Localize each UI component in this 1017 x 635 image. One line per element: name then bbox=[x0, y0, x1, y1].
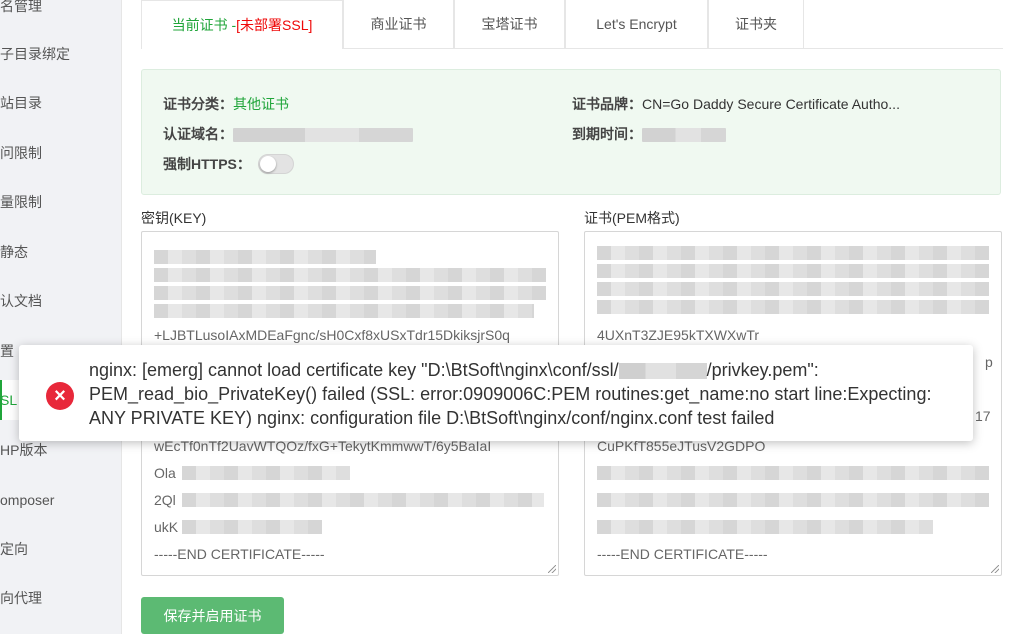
tab-current-cert[interactable]: 当前证书 -[未部署SSL] bbox=[141, 0, 343, 49]
tab-baota-cert[interactable]: 宝塔证书 bbox=[454, 0, 565, 48]
sidebar-item-domain[interactable]: 名管理 bbox=[0, 0, 121, 26]
force-https-label: 强制HTTPS： bbox=[163, 156, 251, 172]
resize-handle[interactable] bbox=[548, 565, 556, 573]
cert-expiry: 到期时间： bbox=[572, 124, 726, 144]
cert-category-value: 其他证书 bbox=[233, 96, 289, 112]
cert-brand-value: CN=Go Daddy Secure Certificate Autho... bbox=[642, 96, 900, 112]
sidebar-item-label: 向代理 bbox=[0, 590, 42, 606]
sidebar-item-subdirectory[interactable]: 子目录绑定 bbox=[0, 34, 121, 74]
error-message-part: nginx: [emerg] cannot load certificate k… bbox=[89, 360, 619, 380]
sidebar-item-label: 置 bbox=[0, 343, 14, 359]
sidebar-item-label: 站目录 bbox=[0, 95, 42, 111]
key-end-marker: -----END CERTIFICATE----- bbox=[154, 546, 325, 562]
redacted-key-line bbox=[154, 286, 546, 300]
key-text-line: 2Ql bbox=[154, 492, 176, 508]
sidebar: 名管理 子目录绑定 站目录 问限制 量限制 静态 认文档 置 SL HP版本 o… bbox=[0, 0, 122, 634]
cert-label: 证书(PEM格式) bbox=[584, 210, 680, 226]
redacted-cert-line bbox=[597, 282, 989, 296]
sidebar-item-rewrite[interactable]: 静态 bbox=[0, 232, 121, 272]
redacted-expiry bbox=[642, 128, 726, 143]
redacted-domain bbox=[233, 128, 413, 143]
cert-category: 证书分类：其他证书 bbox=[163, 94, 289, 114]
redacted-cert-line bbox=[597, 466, 989, 480]
cert-info-panel: 证书分类：其他证书 证书品牌：CN=Go Daddy Secure Certif… bbox=[141, 69, 1001, 195]
sidebar-item-default-doc[interactable]: 认文档 bbox=[0, 281, 121, 321]
cert-domain-label: 认证域名： bbox=[163, 126, 233, 142]
cert-domain: 认证域名： bbox=[163, 124, 413, 144]
sidebar-item-label: 定向 bbox=[0, 541, 28, 557]
redacted-key-line bbox=[182, 493, 544, 507]
sidebar-item-label: omposer bbox=[0, 492, 55, 508]
cert-text-edge: p bbox=[985, 354, 993, 370]
sidebar-item-site-dir[interactable]: 站目录 bbox=[0, 83, 121, 123]
key-label: 密钥(KEY) bbox=[141, 210, 207, 226]
error-toast: × nginx: [emerg] cannot load certificate… bbox=[19, 345, 973, 441]
redacted-cert-line bbox=[597, 520, 933, 534]
save-enable-cert-button[interactable]: 保存并启用证书 bbox=[141, 597, 284, 634]
tab-commercial-cert[interactable]: 商业证书 bbox=[343, 0, 454, 48]
tab-label: 证书夹 bbox=[735, 16, 777, 32]
ssl-status-text: [未部署SSL] bbox=[236, 17, 313, 33]
cert-text-edge: 17 bbox=[975, 408, 991, 424]
sidebar-item-label: 名管理 bbox=[0, 0, 42, 14]
tab-label: 宝塔证书 bbox=[481, 16, 538, 32]
redacted-cert-line bbox=[597, 300, 989, 314]
toggle-knob bbox=[260, 156, 276, 172]
sidebar-item-label: 量限制 bbox=[0, 194, 42, 210]
tab-label: Let's Encrypt bbox=[596, 16, 677, 32]
tab-cert-folder[interactable]: 证书夹 bbox=[708, 0, 804, 48]
redacted-cert-line bbox=[597, 246, 989, 260]
force-https-toggle[interactable] bbox=[258, 154, 294, 174]
sidebar-item-composer[interactable]: omposer bbox=[0, 480, 121, 520]
cert-brand-label: 证书品牌： bbox=[572, 96, 642, 112]
error-close-icon: × bbox=[46, 382, 74, 410]
cert-expiry-label: 到期时间： bbox=[572, 126, 642, 142]
force-https: 强制HTTPS： bbox=[163, 154, 251, 174]
cert-brand: 证书品牌：CN=Go Daddy Secure Certificate Auth… bbox=[572, 94, 900, 114]
key-text-line: ukK bbox=[154, 519, 179, 535]
redacted-key-line bbox=[182, 466, 350, 480]
sidebar-item-redirect[interactable]: 定向 bbox=[0, 529, 121, 569]
sidebar-item-reverse-proxy[interactable]: 向代理 bbox=[0, 578, 121, 618]
sidebar-item-label: 静态 bbox=[0, 244, 28, 260]
sidebar-item-label: SL bbox=[0, 392, 18, 408]
tab-label: 商业证书 bbox=[370, 16, 427, 32]
key-text-line: +LJBTLusoIAxMDEaFgnc/sH0Cxf8xUSxTdr15Dki… bbox=[154, 327, 510, 343]
tab-current-label: 当前证书 - bbox=[171, 17, 237, 33]
sidebar-item-label: 子目录绑定 bbox=[0, 46, 70, 62]
ssl-tabs: 当前证书 -[未部署SSL] 商业证书 宝塔证书 Let's Encrypt 证… bbox=[141, 0, 1003, 49]
key-text-line: Ola bbox=[154, 465, 176, 481]
sidebar-item-traffic-limit[interactable]: 量限制 bbox=[0, 182, 121, 222]
redacted-cert-line bbox=[597, 493, 989, 507]
cert-category-label: 证书分类： bbox=[163, 96, 233, 112]
sidebar-item-access-limit[interactable]: 问限制 bbox=[0, 133, 121, 173]
error-message: nginx: [emerg] cannot load certificate k… bbox=[89, 358, 959, 430]
tab-letsencrypt[interactable]: Let's Encrypt bbox=[565, 0, 708, 48]
sidebar-item-label: 问限制 bbox=[0, 145, 42, 161]
redacted-cert-line bbox=[597, 264, 989, 278]
redacted-key-line bbox=[154, 250, 376, 264]
sidebar-item-label: 认文档 bbox=[0, 293, 42, 309]
redacted-key-line bbox=[154, 304, 534, 318]
redacted-key-line bbox=[182, 520, 322, 534]
cert-text-line: 4UXnT3ZJE95kTXWXwTr bbox=[597, 327, 760, 343]
resize-handle[interactable] bbox=[991, 565, 999, 573]
redacted-key-line bbox=[154, 268, 546, 282]
cert-end-marker: -----END CERTIFICATE----- bbox=[597, 546, 768, 562]
redacted-path bbox=[618, 363, 707, 380]
